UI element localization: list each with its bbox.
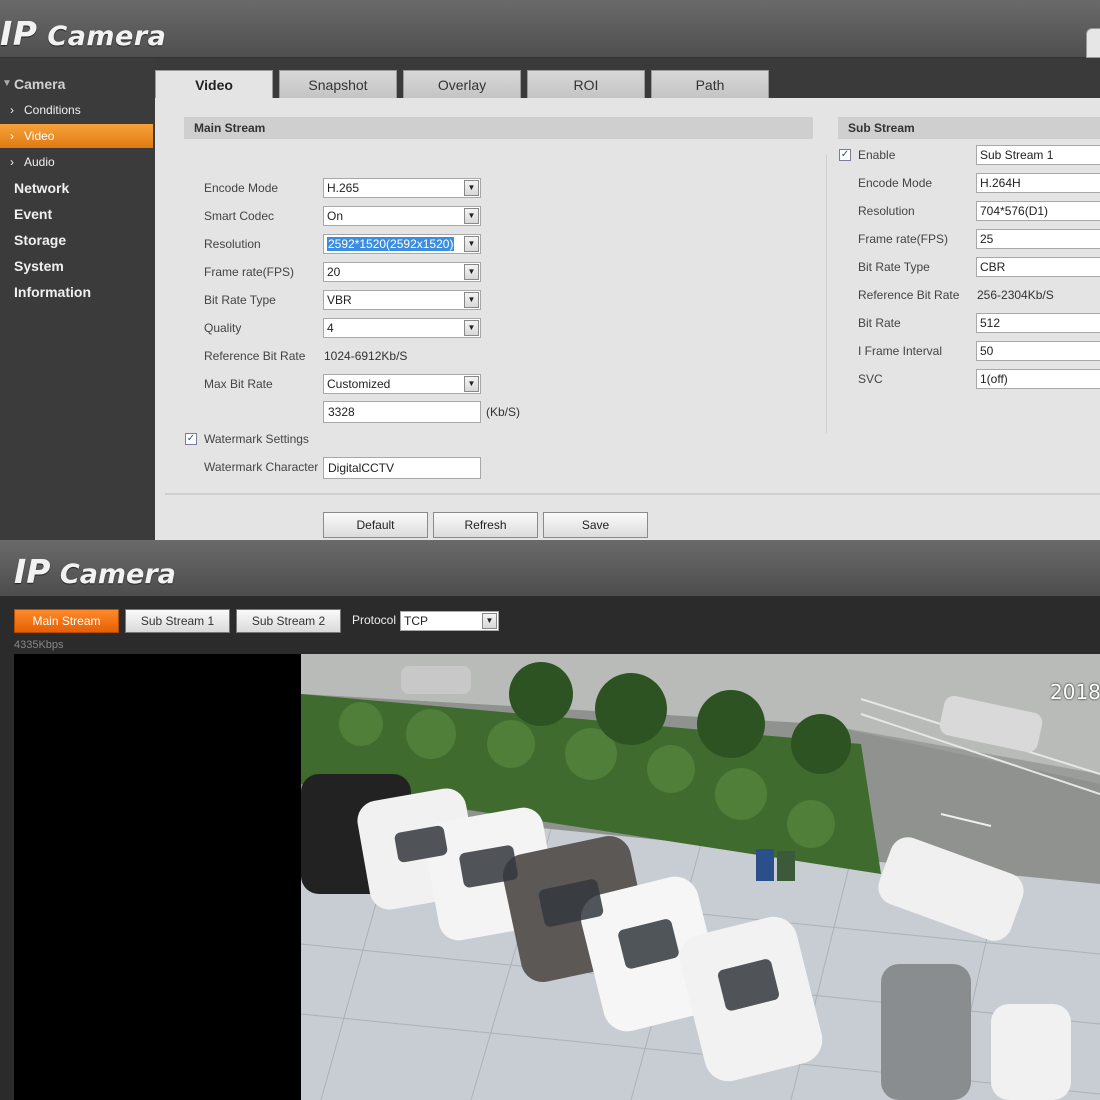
watermark-settings-label: Watermark Settings — [204, 432, 309, 446]
sub-frame-rate-select[interactable]: 25 — [976, 229, 1100, 249]
resolution-label: Resolution — [204, 237, 261, 251]
quality-select[interactable]: 4 ▼ — [323, 318, 481, 338]
sub-bit-rate-type-select[interactable]: CBR — [976, 257, 1100, 277]
sub-bit-rate-select[interactable]: 512 — [976, 313, 1100, 333]
sidebar-item-audio[interactable]: › Audio — [0, 150, 153, 174]
top-header: IP Camera — [0, 0, 1100, 58]
app-logo: IP Camera — [0, 14, 167, 53]
smart-codec-select[interactable]: On ▼ — [323, 206, 481, 226]
dropdown-arrow-icon: ▼ — [464, 376, 479, 392]
logout-tab[interactable] — [1086, 28, 1100, 58]
sidebar-item-network[interactable]: Network — [0, 176, 153, 200]
watermark-checkbox[interactable]: ✓ — [185, 433, 197, 445]
max-bit-rate-unit: (Kb/S) — [486, 405, 521, 419]
tab-overlay[interactable]: Overlay — [403, 70, 521, 98]
sub-encode-mode-label: Encode Mode — [858, 176, 933, 190]
dropdown-arrow-icon: ▼ — [482, 613, 497, 629]
reference-bit-rate-value: 1024-6912Kb/S — [324, 349, 408, 363]
max-bit-rate-select[interactable]: Customized ▼ — [323, 374, 481, 394]
enable-label: Enable — [858, 148, 896, 162]
sub-encode-mode-select[interactable]: H.264H — [976, 173, 1100, 193]
max-bit-rate-label: Max Bit Rate — [204, 377, 273, 391]
app-logo: IP Camera — [14, 552, 176, 591]
sub-frame-rate-label: Frame rate(FPS) — [858, 232, 949, 246]
frame-rate-label: Frame rate(FPS) — [204, 265, 295, 279]
dropdown-arrow-icon: ▼ — [464, 320, 479, 336]
svc-label: SVC — [858, 372, 883, 386]
sub-stream-select[interactable]: Sub Stream 1 — [976, 145, 1100, 165]
bitrate-readout: 4335Kbps — [14, 639, 64, 651]
encode-mode-select[interactable]: H.265 ▼ — [323, 178, 481, 198]
sub-stream-1-button[interactable]: Sub Stream 1 — [125, 609, 230, 633]
reference-bit-rate-label: Reference Bit Rate — [204, 349, 306, 363]
svc-select[interactable]: 1(off) — [976, 369, 1100, 389]
save-button[interactable]: Save — [543, 512, 648, 538]
video-letterbox — [14, 654, 301, 1100]
sub-stream-2-button[interactable]: Sub Stream 2 — [236, 609, 341, 633]
main-stream-button[interactable]: Main Stream — [14, 609, 119, 633]
dropdown-arrow-icon: ▼ — [464, 180, 479, 196]
sub-iframe-interval-input[interactable]: 50 — [976, 341, 1100, 361]
live-video-feed[interactable] — [301, 654, 1100, 1100]
buttons-divider — [165, 493, 1100, 495]
bit-rate-type-select[interactable]: VBR ▼ — [323, 290, 481, 310]
encode-mode-label: Encode Mode — [204, 181, 279, 195]
osd-date: 2018 — [1050, 680, 1100, 704]
tab-roi[interactable]: ROI — [527, 70, 645, 98]
smart-codec-label: Smart Codec — [204, 209, 275, 223]
dropdown-arrow-icon: ▼ — [464, 236, 479, 252]
sub-resolution-label: Resolution — [858, 204, 915, 218]
bit-rate-type-label: Bit Rate Type — [204, 293, 276, 307]
max-bit-rate-input[interactable]: 3328 — [323, 401, 481, 423]
sub-bit-rate-type-label: Bit Rate Type — [858, 260, 930, 274]
sidebar-item-information[interactable]: Information — [0, 280, 153, 304]
sidebar-item-storage[interactable]: Storage — [0, 228, 153, 252]
protocol-select[interactable]: TCP ▼ — [400, 611, 499, 631]
watermark-character-input[interactable]: DigitalCCTV — [323, 457, 481, 479]
enable-checkbox[interactable]: ✓ — [839, 149, 851, 161]
camera-scene-image — [301, 654, 1100, 1100]
sub-bit-rate-label: Bit Rate — [858, 316, 901, 330]
sub-stream-header: Sub Stream — [838, 117, 1100, 139]
protocol-label: Protocol — [352, 613, 397, 627]
dropdown-arrow-icon: ▼ — [464, 264, 479, 280]
dropdown-arrow-icon: ▼ — [464, 292, 479, 308]
chevron-right-icon: › — [10, 129, 14, 143]
refresh-button[interactable]: Refresh — [433, 512, 538, 538]
dropdown-arrow-icon: ▼ — [464, 208, 479, 224]
tab-video[interactable]: Video — [155, 70, 273, 98]
sidebar-item-camera[interactable]: ▼ Camera — [0, 72, 153, 96]
resolution-select[interactable]: 2592*1520(2592x1520) ▼ — [323, 234, 481, 254]
tab-path[interactable]: Path — [651, 70, 769, 98]
sub-iframe-interval-label: I Frame Interval — [858, 344, 943, 358]
default-button[interactable]: Default — [323, 512, 428, 538]
sidebar-item-video[interactable]: › Video — [0, 124, 153, 148]
chevron-right-icon: › — [10, 103, 14, 117]
sidebar: ▼ Camera › Conditions › Video › Audio Ne… — [0, 58, 155, 540]
sub-resolution-select[interactable]: 704*576(D1) — [976, 201, 1100, 221]
triangle-down-icon: ▼ — [2, 78, 12, 89]
sidebar-item-event[interactable]: Event — [0, 202, 153, 226]
frame-rate-select[interactable]: 20 ▼ — [323, 262, 481, 282]
sidebar-item-conditions[interactable]: › Conditions — [0, 98, 153, 122]
main-stream-header: Main Stream — [184, 117, 813, 139]
sub-reference-bit-rate-label: Reference Bit Rate — [858, 288, 960, 302]
chevron-right-icon: › — [10, 155, 14, 169]
quality-label: Quality — [204, 321, 242, 335]
watermark-character-label: Watermark Character — [204, 460, 319, 474]
sidebar-item-system[interactable]: System — [0, 254, 153, 278]
sub-reference-bit-rate-value: 256-2304Kb/S — [977, 288, 1054, 302]
column-divider — [826, 155, 827, 433]
tab-snapshot[interactable]: Snapshot — [279, 70, 397, 98]
